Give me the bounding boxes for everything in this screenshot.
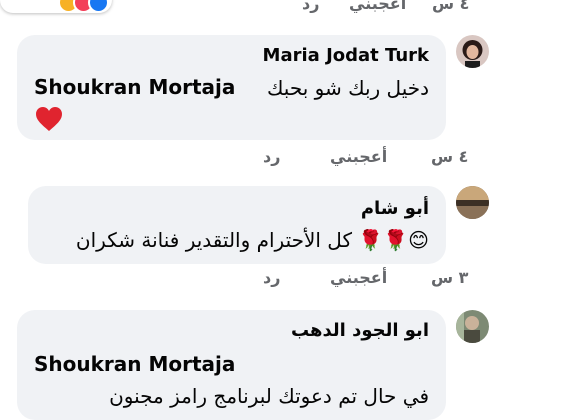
like-link[interactable]: أعجبني [349, 0, 406, 13]
comment-text: دخيل ربك شو بحبك [266, 76, 429, 100]
timestamp: ٤ س [431, 147, 469, 166]
comment-author[interactable]: Maria Jodat Turk [263, 45, 429, 66]
timestamp: ٤ س [432, 0, 470, 13]
comment-text: في حال تم دعوتك لبرنامج رامز مجنون [109, 384, 429, 408]
comment-bubble: أبو شام كل الأحترام والتقدير فنانة شكران… [28, 186, 446, 264]
like-link[interactable]: أعجبني [330, 147, 387, 166]
avatar[interactable] [456, 186, 489, 219]
like-reaction-icon [88, 0, 109, 13]
comment-bubble: ابو الجود الدهب Shoukran Mortaja في حال … [17, 310, 446, 420]
comment-text: كل الأحترام والتقدير فنانة شكران 🌹🌹😊 [75, 228, 429, 252]
mention-link[interactable]: Shoukran Mortaja [34, 352, 235, 376]
reply-link[interactable]: رد [263, 268, 280, 287]
comment-bubble: Maria Jodat Turk دخيل ربك شو بحبك Shoukr… [17, 35, 446, 140]
heart-emoji [34, 105, 64, 133]
comment-author[interactable]: أبو شام [361, 198, 429, 219]
comment-author[interactable]: ابو الجود الدهب [291, 320, 429, 341]
mention-link[interactable]: Shoukran Mortaja [34, 75, 235, 99]
avatar[interactable] [456, 310, 489, 343]
avatar[interactable] [456, 35, 489, 68]
like-link[interactable]: أعجبني [330, 268, 387, 287]
reaction-summary[interactable] [0, 0, 112, 13]
reply-link[interactable]: رد [302, 0, 319, 13]
timestamp: ٣ س [431, 268, 469, 287]
reply-link[interactable]: رد [263, 147, 280, 166]
